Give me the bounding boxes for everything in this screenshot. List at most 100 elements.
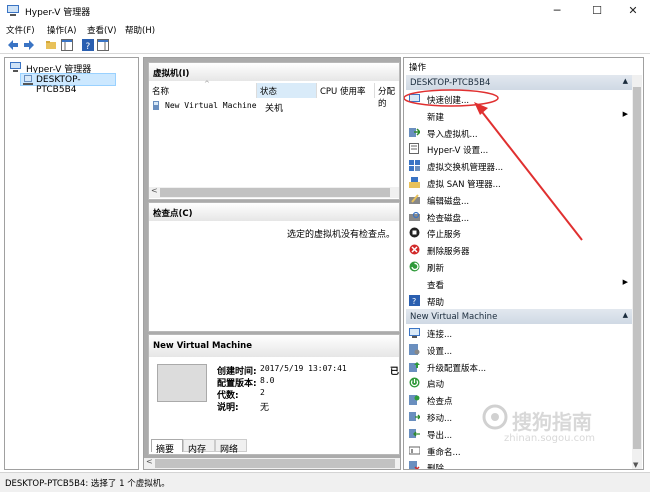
close-button[interactable]: ✕: [622, 3, 644, 18]
host-action-item[interactable]: 停止服务: [408, 225, 630, 241]
tree-host-label: DESKTOP-PTCB5B4: [36, 75, 81, 95]
settings-icon: [409, 143, 419, 155]
scroll-left-icon[interactable]: <: [151, 186, 158, 195]
column-cpu[interactable]: CPU 使用率: [317, 83, 375, 98]
vm-icon: [153, 101, 159, 110]
center-scroll-left-icon[interactable]: <: [146, 457, 153, 466]
vm-action-label: 检查点: [427, 397, 453, 408]
column-name[interactable]: 名称: [149, 83, 257, 98]
show-tree-icon[interactable]: [61, 39, 73, 51]
tab-summary[interactable]: 摘要: [151, 439, 183, 455]
vm-list-hscroll-thumb[interactable]: [160, 188, 390, 197]
vm-action-item[interactable]: 升级配置版本...: [408, 359, 630, 375]
server-icon: [23, 75, 33, 85]
center-hscrollbar[interactable]: <: [144, 457, 400, 469]
vm-actions-group[interactable]: New Virtual Machine ▲: [406, 309, 632, 324]
field-generation-value: 2: [260, 388, 265, 397]
hyperv-app-icon: [7, 5, 19, 16]
upgrade-icon: [409, 361, 420, 372]
menu-action[interactable]: 操作(A): [47, 24, 76, 36]
host-actions-group[interactable]: DESKTOP-PTCB5B4 ▲: [406, 75, 632, 90]
vm-list-hscrollbar[interactable]: <: [149, 186, 399, 198]
vm-settings-icon: [409, 343, 420, 355]
collapse-vm-icon[interactable]: ▲: [623, 311, 628, 319]
up-folder-icon[interactable]: [45, 39, 57, 51]
show-action-pane-icon[interactable]: [97, 39, 109, 51]
actions-vscrollbar[interactable]: ▼: [632, 75, 642, 469]
host-action-label: 删除服务器: [427, 247, 470, 258]
scroll-down-icon[interactable]: ▼: [633, 461, 638, 469]
actions-header: 操作: [404, 58, 643, 74]
column-state[interactable]: 状态: [257, 83, 317, 98]
collapse-icon[interactable]: ▲: [623, 77, 628, 85]
host-action-item[interactable]: 查看 ▶: [408, 276, 630, 292]
host-action-label: 虚拟 SAN 管理器...: [427, 180, 501, 190]
host-action-label: 导入虚拟机...: [427, 129, 478, 140]
quick-create-icon: [409, 94, 420, 102]
vm-action-item[interactable]: 删除...: [408, 459, 630, 469]
export-icon: [409, 428, 420, 438]
edit-disk-icon: [409, 194, 420, 204]
vm-action-item[interactable]: 连接...: [408, 325, 630, 341]
column-memory[interactable]: 分配的: [375, 83, 405, 109]
field-config-value: 8.0: [260, 376, 275, 385]
host-action-label: 虚拟交换机管理器...: [427, 163, 504, 174]
field-clipped-label: 已: [390, 367, 400, 377]
tab-memory[interactable]: 内存: [183, 439, 215, 455]
host-group-label: DESKTOP-PTCB5B4: [410, 78, 491, 88]
vm-action-item[interactable]: 启动: [408, 375, 630, 391]
vm-list-section: 虚拟机(I) 名称 ^ 状态 CPU 使用率 分配的 New Virtual M…: [148, 62, 400, 200]
host-action-item[interactable]: 虚拟 SAN 管理器...: [408, 175, 630, 191]
menu-help[interactable]: 帮助(H): [125, 24, 155, 36]
center-hscroll-thumb[interactable]: [155, 459, 395, 468]
host-action-item[interactable]: 快速创建...: [408, 91, 630, 107]
status-bar: DESKTOP-PTCB5B4: 选择了 1 个虚拟机。: [0, 472, 650, 492]
stop-icon: [409, 227, 420, 238]
host-action-item[interactable]: ? 帮助: [408, 293, 630, 309]
menu-view[interactable]: 查看(V): [87, 24, 116, 36]
vm-action-label: 重命名...: [427, 447, 461, 458]
host-action-item[interactable]: 导入虚拟机...: [408, 125, 630, 141]
host-action-item[interactable]: 检查磁盘...: [408, 209, 630, 225]
vm-name-cell: New Virtual Machine: [165, 101, 257, 110]
host-action-item[interactable]: 刷新: [408, 259, 630, 275]
vm-action-label: 设置...: [427, 346, 453, 357]
tree-item-host[interactable]: DESKTOP-PTCB5B4: [20, 73, 116, 95]
delete-icon: [409, 244, 420, 255]
menu-file[interactable]: 文件(F): [6, 24, 35, 36]
field-created-value: 2017/5/19 13:07:41: [260, 364, 347, 373]
menu-bar: 文件(F) 操作(A) 查看(V) 帮助(H): [0, 22, 650, 37]
minimize-button[interactable]: ─: [546, 3, 568, 18]
vm-action-item[interactable]: 设置...: [408, 342, 630, 358]
vm-action-item[interactable]: 重命名...: [408, 443, 630, 459]
help-toolbar-icon[interactable]: ?: [82, 39, 94, 51]
submenu-arrow-icon: ▶: [622, 109, 628, 118]
actions-vscroll-thumb[interactable]: [633, 87, 641, 449]
inspect-disk-icon: [409, 211, 420, 221]
host-action-item[interactable]: 删除服务器: [408, 242, 630, 258]
sort-ascending-icon: ^: [204, 80, 210, 88]
back-arrow-icon[interactable]: [7, 39, 19, 51]
forward-arrow-icon[interactable]: [23, 39, 35, 51]
tab-network[interactable]: 网络: [215, 439, 247, 455]
table-row[interactable]: New Virtual Machine 关机: [149, 100, 399, 114]
field-notes-label: 说明:: [217, 403, 239, 413]
maximize-button[interactable]: ☐: [586, 3, 608, 18]
vm-state-cell: 关机: [265, 104, 284, 114]
host-action-item[interactable]: 虚拟交换机管理器...: [408, 158, 630, 174]
host-action-item[interactable]: 编辑磁盘...: [408, 192, 630, 208]
watermark-text: 搜狗指南: [512, 410, 592, 434]
host-action-label: Hyper-V 设置...: [427, 146, 489, 157]
svg-text:?: ?: [86, 42, 91, 51]
field-notes-value: 无: [260, 403, 270, 413]
host-action-item[interactable]: Hyper-V 设置...: [408, 141, 630, 157]
actions-pane: 操作 DESKTOP-PTCB5B4 ▲ 快速创建... 新建 ▶ 导入虚拟机... H…: [403, 57, 644, 470]
checkpoints-section: 检查点(C) 选定的虚拟机没有检查点。: [148, 202, 400, 332]
rename-icon: [409, 446, 420, 455]
host-action-label: 新建: [427, 112, 445, 123]
host-action-item[interactable]: 新建 ▶: [408, 108, 630, 124]
vm-action-label: 移动...: [427, 414, 453, 424]
window-title: Hyper-V 管理器: [25, 8, 91, 18]
hyperv-manager-icon: [10, 62, 21, 72]
san-icon: [409, 177, 420, 188]
